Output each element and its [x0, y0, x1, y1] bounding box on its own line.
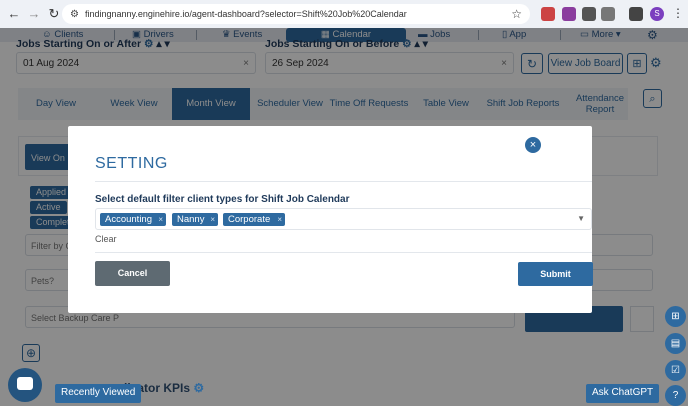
org-chart-icon: ⊞ [671, 311, 680, 322]
help-fab[interactable]: ? [665, 385, 686, 406]
site-settings-icon[interactable]: ⚙ [70, 9, 79, 20]
media-icon[interactable] [629, 7, 643, 21]
checklist-fab[interactable]: ☑ [665, 360, 686, 381]
divider [95, 252, 592, 253]
modal-title: SETTING [95, 155, 168, 172]
browser-menu-icon[interactable]: ⋮ [672, 6, 684, 20]
close-icon[interactable]: × [525, 137, 541, 153]
puzzle-icon[interactable] [601, 7, 615, 21]
recently-viewed-button[interactable]: Recently Viewed [55, 384, 142, 403]
settings-modal: SETTING Select default filter client typ… [68, 126, 593, 313]
client-types-label: Select default filter client types for S… [95, 194, 350, 205]
reload-icon[interactable]: ↻ [46, 6, 62, 22]
help-icon: ? [672, 390, 679, 401]
clear-link[interactable]: Clear [95, 234, 117, 244]
forward-icon[interactable]: → [26, 6, 42, 22]
ask-chatgpt-button[interactable]: Ask ChatGPT [586, 384, 660, 403]
profile-avatar[interactable]: S [650, 7, 664, 21]
cancel-button[interactable]: Cancel [95, 261, 170, 286]
bookmark-star-icon[interactable]: ☆ [511, 7, 522, 21]
divider [95, 181, 592, 182]
address-bar[interactable]: ⚙ findingnanny.enginehire.io/agent-dashb… [62, 4, 530, 24]
tag-accounting: Accounting × [100, 213, 166, 226]
tag-corporate: Corporate × [223, 213, 285, 226]
remove-tag-icon[interactable]: × [158, 213, 163, 226]
book-fab[interactable]: ▤ [665, 333, 686, 354]
chat-widget-button[interactable] [8, 368, 42, 402]
book-icon: ▤ [670, 338, 681, 349]
remove-tag-icon[interactable]: × [277, 213, 282, 226]
org-chart-fab[interactable]: ⊞ [665, 306, 686, 327]
remove-tag-icon[interactable]: × [210, 213, 215, 226]
back-icon[interactable]: ← [6, 6, 22, 22]
url-text: findingnanny.enginehire.io/agent-dashboa… [84, 9, 407, 19]
chat-icon [17, 377, 33, 390]
extension-icon[interactable] [541, 7, 555, 21]
client-types-select[interactable]: Accounting × Nanny × Corporate × ▼ [95, 208, 592, 230]
gear-icon[interactable]: ⚙ [193, 381, 204, 395]
extension-icon[interactable] [582, 7, 596, 21]
chevron-down-icon[interactable]: ▼ [577, 214, 585, 223]
tag-nanny: Nanny × [172, 213, 218, 226]
checklist-icon: ☑ [671, 365, 680, 376]
extension-icon[interactable] [562, 7, 576, 21]
submit-button[interactable]: Submit [518, 262, 593, 286]
